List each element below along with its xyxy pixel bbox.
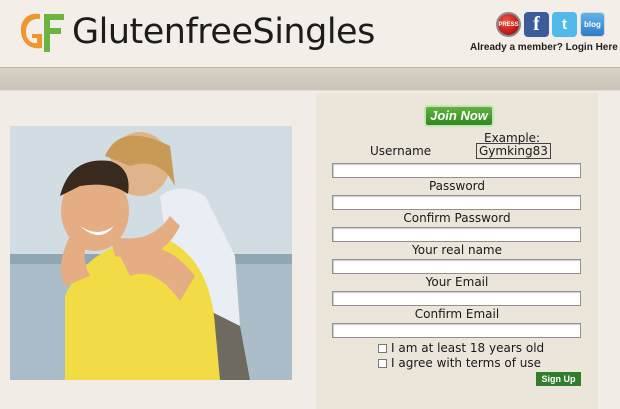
confirm-email-field[interactable] (332, 323, 581, 338)
press-icon[interactable]: PRESS (496, 12, 521, 37)
sign-up-button[interactable]: Sign Up (536, 372, 581, 386)
confirm-password-field[interactable] (332, 227, 581, 242)
social-links: PRESS f t blog (496, 12, 605, 37)
terms-checkbox[interactable] (378, 358, 387, 368)
age-checkbox[interactable] (378, 343, 387, 353)
username-label: Username (370, 144, 432, 158)
couple-photo (10, 126, 292, 380)
age-check-row: I am at least 18 years old (378, 341, 544, 355)
password-label: Password (428, 179, 486, 193)
real-name-label: Your real name (411, 243, 503, 257)
age-check-label: I am at least 18 years old (391, 341, 545, 355)
site-header: GlutenfreeSingles PRESS f t blog Already… (0, 0, 620, 67)
email-field[interactable] (332, 291, 581, 306)
real-name-field[interactable] (332, 259, 581, 274)
site-logo[interactable]: GlutenfreeSingles (18, 8, 375, 56)
terms-check-row: I agree with terms of use (378, 356, 541, 370)
twitter-icon[interactable]: t (552, 12, 577, 37)
confirm-password-label: Confirm Password (403, 211, 511, 225)
join-now-button[interactable]: Join Now (424, 105, 494, 127)
signup-form: Join Now Example: Username Gymking83 Pas… (316, 93, 598, 409)
terms-check-label: I agree with terms of use (391, 356, 542, 370)
blog-icon[interactable]: blog (580, 12, 605, 37)
confirm-email-label: Confirm Email (414, 307, 500, 321)
username-field[interactable] (332, 163, 581, 178)
header-divider (0, 67, 620, 91)
facebook-icon[interactable]: f (524, 12, 549, 37)
password-field[interactable] (332, 195, 581, 210)
login-link[interactable]: Already a member? Login Here (470, 42, 618, 53)
brand-name: GlutenfreeSingles (72, 12, 375, 52)
email-label: Your Email (425, 275, 489, 289)
username-example: Gymking83 (476, 143, 551, 159)
logo-mark-icon (18, 8, 68, 56)
